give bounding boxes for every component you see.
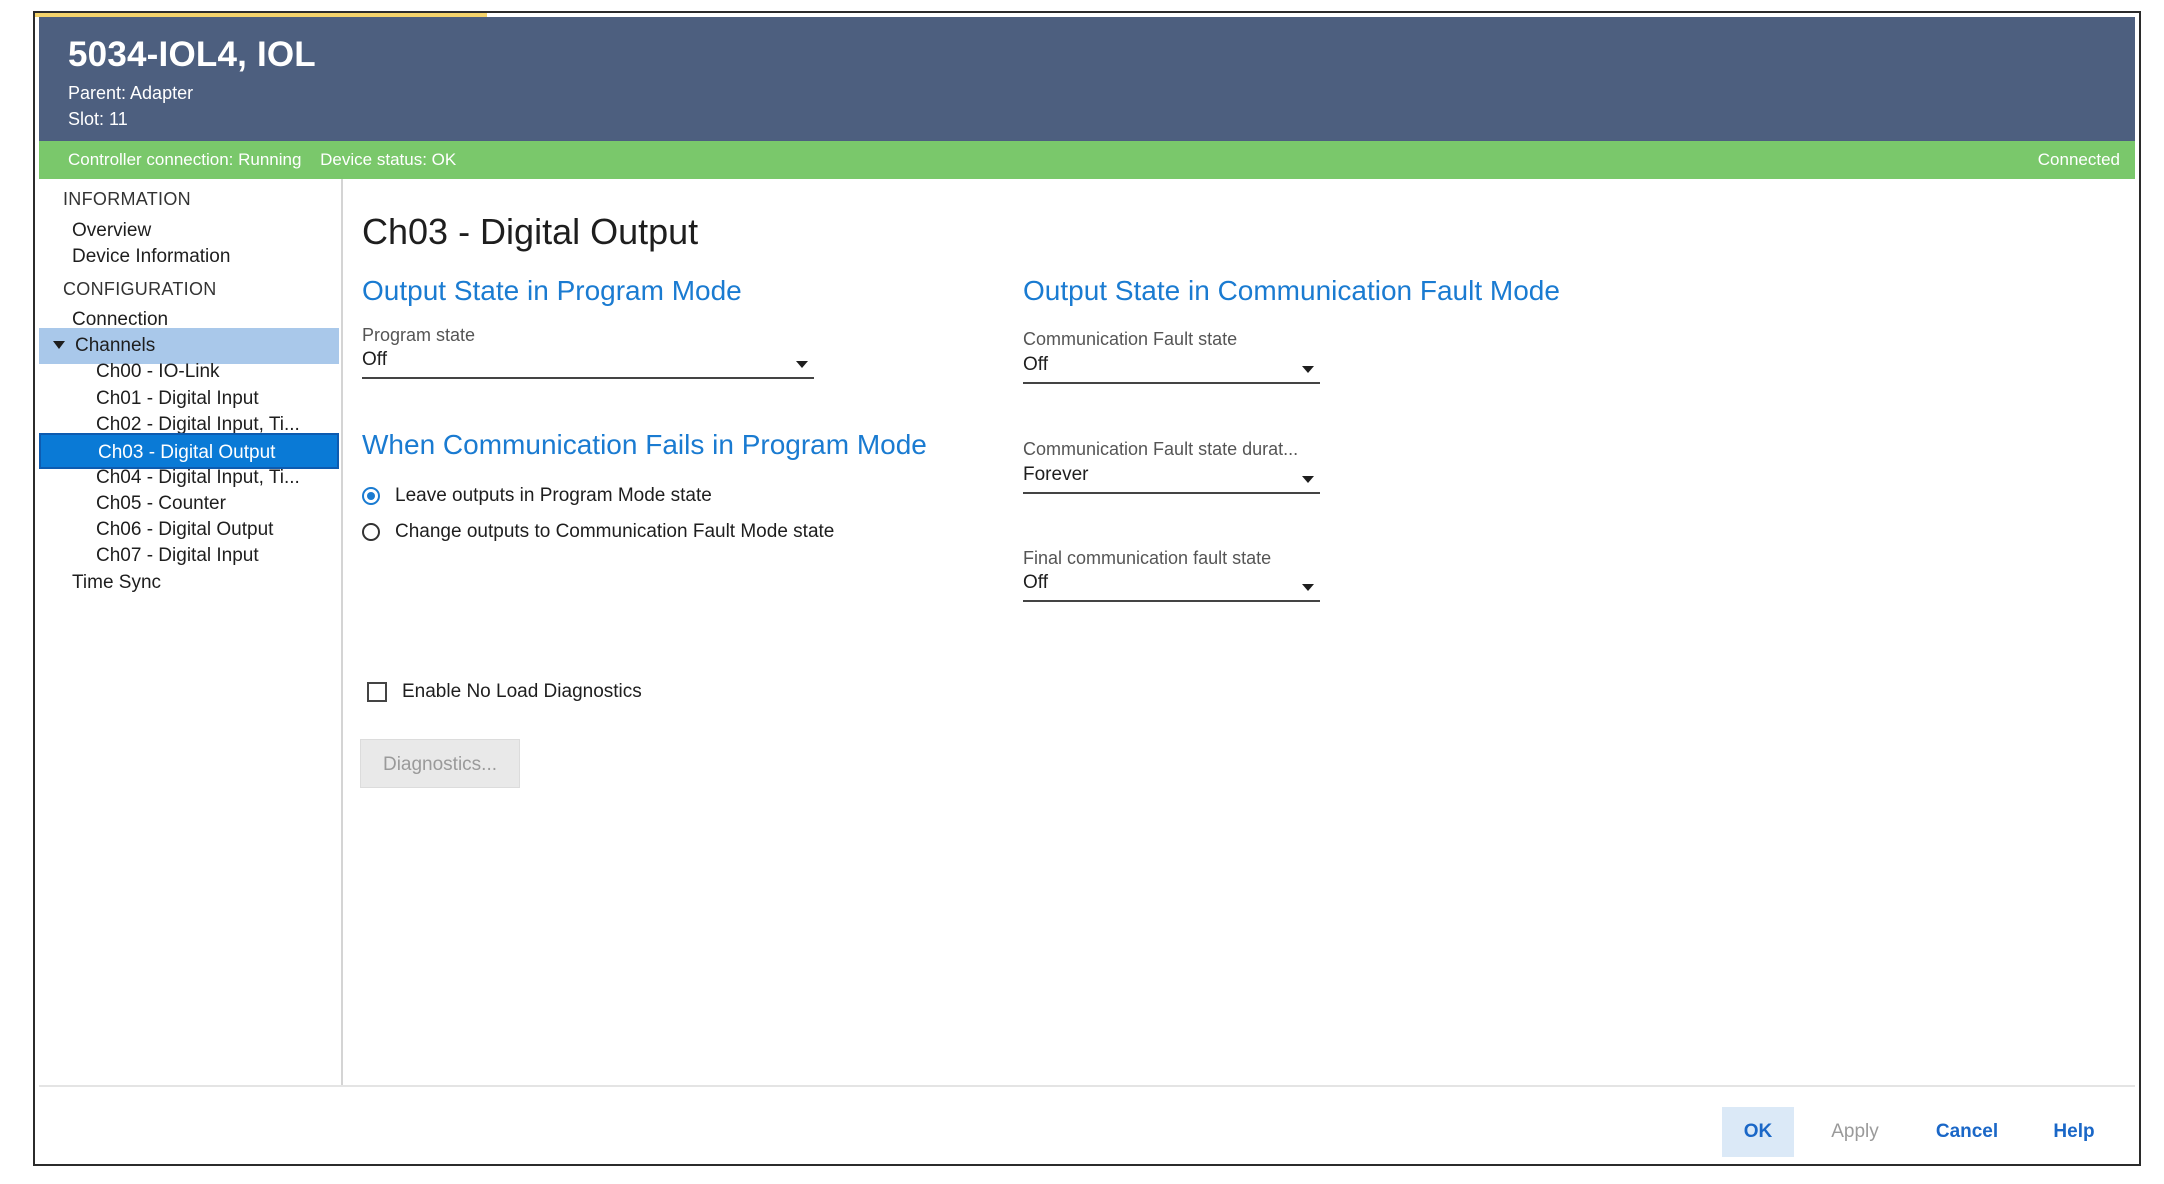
program-mode-section-title: Output State in Program Mode	[362, 275, 742, 306]
page-title: Ch03 - Digital Output	[362, 211, 699, 252]
cancel-button[interactable]: Cancel	[1922, 1107, 2012, 1157]
dropdown-arrow-icon	[1302, 584, 1314, 591]
dropdown-arrow-icon	[1302, 476, 1314, 483]
comm-fault-state-label: Communication Fault state	[1023, 329, 1238, 349]
final-fault-state-value: Off	[1023, 572, 1048, 593]
radio-unselected-icon[interactable]	[362, 523, 380, 541]
apply-button[interactable]: Apply	[1810, 1107, 1900, 1157]
radio-leave-outputs[interactable]: Leave outputs in Program Mode state	[362, 485, 712, 507]
dropdown-arrow-icon	[1302, 366, 1314, 373]
diagnostics-button[interactable]: Diagnostics...	[360, 739, 520, 788]
program-state-value: Off	[362, 349, 387, 370]
expand-triangle-icon[interactable]	[53, 341, 65, 349]
dialog-window: 5034-IOL4, IOL Parent: Adapter Slot: 11 …	[33, 11, 2141, 1166]
final-fault-state-select[interactable]: Off	[1023, 572, 1320, 602]
comm-fault-section-title: Output State in Communication Fault Mode	[1023, 275, 1560, 306]
radio-selected-icon[interactable]	[362, 487, 380, 505]
device-title: 5034-IOL4, IOL	[68, 35, 316, 74]
dialog-footer: OK Apply Cancel Help	[39, 1085, 2135, 1164]
comm-fault-duration-select[interactable]: Forever	[1023, 464, 1320, 494]
no-load-diagnostics-label: Enable No Load Diagnostics	[402, 681, 642, 702]
final-fault-state-label: Final communication fault state	[1023, 548, 1272, 568]
connection-state: Connected	[2037, 150, 2120, 169]
slot-label: Slot: 11	[68, 109, 128, 129]
program-state-label: Program state	[362, 325, 476, 345]
checkbox-icon[interactable]	[367, 682, 387, 702]
nav-device-information[interactable]: Device Information	[39, 239, 339, 275]
device-status: Device status: OK	[320, 150, 457, 169]
dialog-header: 5034-IOL4, IOL Parent: Adapter Slot: 11	[39, 17, 2135, 141]
radio-leave-outputs-label: Leave outputs in Program Mode state	[395, 485, 712, 506]
program-state-select[interactable]: Off	[362, 349, 814, 379]
radio-change-outputs-label: Change outputs to Communication Fault Mo…	[395, 521, 835, 542]
ok-button[interactable]: OK	[1722, 1107, 1794, 1157]
comm-fault-duration-value: Forever	[1023, 464, 1089, 485]
parent-label: Parent: Adapter	[68, 83, 194, 103]
comm-fails-section-title: When Communication Fails in Program Mode	[362, 429, 927, 460]
dropdown-arrow-icon	[796, 361, 808, 368]
no-load-diagnostics-checkbox[interactable]: Enable No Load Diagnostics	[367, 681, 642, 703]
radio-change-outputs[interactable]: Change outputs to Communication Fault Mo…	[362, 521, 834, 543]
controller-connection-status: Controller connection: Running	[68, 150, 302, 169]
configuration-heading: CONFIGURATION	[63, 279, 217, 299]
comm-fault-state-value: Off	[1023, 354, 1048, 375]
comm-fault-state-select[interactable]: Off	[1023, 354, 1320, 384]
navigation-sidebar: INFORMATION Overview Device Information …	[39, 179, 343, 1085]
status-bar: Controller connection: Running Device st…	[39, 141, 2135, 179]
main-content: Ch03 - Digital Output Output State in Pr…	[343, 179, 2135, 1085]
nav-time-sync[interactable]: Time Sync	[39, 565, 339, 601]
information-heading: INFORMATION	[63, 189, 191, 209]
comm-fault-duration-label: Communication Fault state durat...	[1023, 439, 1299, 459]
help-button[interactable]: Help	[2034, 1107, 2114, 1157]
nav-channels-label: Channels	[75, 335, 156, 356]
